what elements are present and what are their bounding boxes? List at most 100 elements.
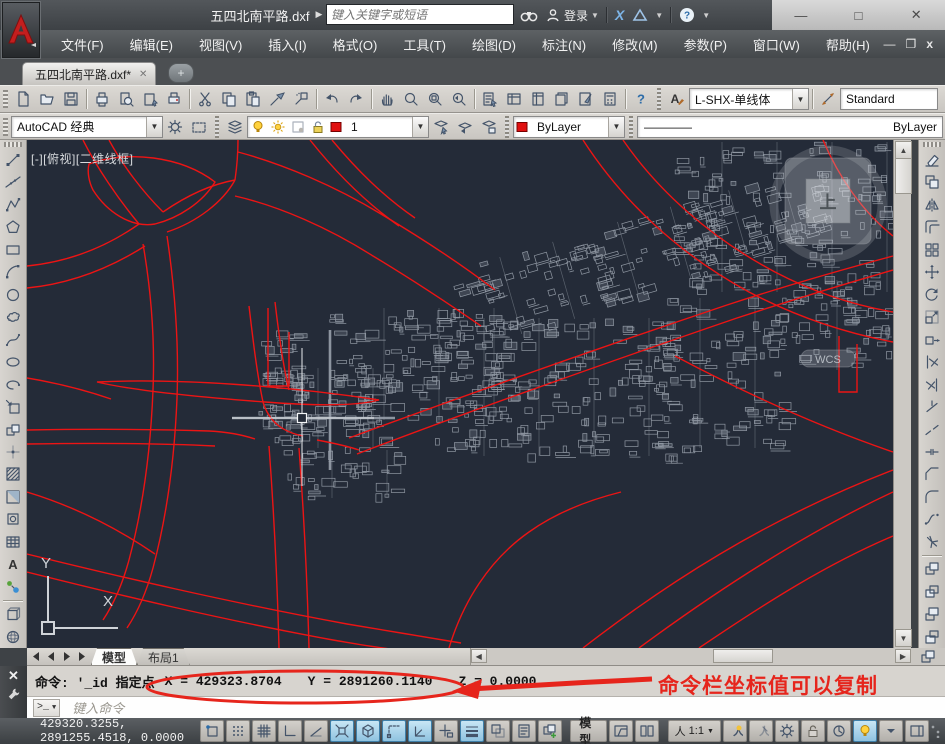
toolbar-match-icon[interactable]: [265, 87, 289, 111]
modify-blend-icon[interactable]: [920, 508, 945, 530]
command-prompt-icon[interactable]: >_ ▼: [33, 698, 61, 717]
draw-spline-icon[interactable]: [1, 328, 26, 350]
command-close-icon[interactable]: ✕: [8, 669, 19, 683]
toolbar-sheetset-icon[interactable]: [550, 87, 574, 111]
menu-item-9[interactable]: 修改(M): [599, 31, 671, 58]
draw-pointstyle-icon[interactable]: [1, 576, 26, 598]
layout1-tab[interactable]: 布局1: [137, 648, 190, 665]
draw-polygon-icon[interactable]: [1, 216, 26, 238]
modify-copy2-icon[interactable]: [920, 171, 945, 193]
toolbar-cut-icon[interactable]: [193, 87, 217, 111]
make-layer-current-icon[interactable]: [429, 115, 453, 139]
toolbar-palettes-icon[interactable]: [526, 87, 550, 111]
draw-views-icon[interactable]: [1, 603, 26, 625]
status-annvis-button[interactable]: 人: [722, 720, 747, 742]
file-tab[interactable]: 五四北南平路.dxf* ✕: [22, 62, 157, 85]
model-tab[interactable]: 模型: [91, 648, 137, 665]
draw-revcloud-icon[interactable]: [1, 306, 26, 328]
modify-erase-icon[interactable]: [920, 149, 945, 171]
status-touch-button[interactable]: [826, 720, 851, 742]
dim-style-icon[interactable]: [816, 87, 840, 111]
toolbar-zoomwin-icon[interactable]: [423, 87, 447, 111]
draw-pline-icon[interactable]: [1, 194, 26, 216]
horizontal-scrollbar[interactable]: ◀ ▶: [469, 648, 911, 665]
draw-table-icon[interactable]: [1, 531, 26, 553]
workspace-combo[interactable]: AutoCAD 经典 ▼: [11, 115, 163, 138]
toolbar-copy-icon[interactable]: [217, 87, 241, 111]
toolbar-help-icon[interactable]: ?: [629, 87, 653, 111]
autocad-logo[interactable]: [1, 1, 41, 59]
last-tab-icon[interactable]: [75, 648, 91, 665]
signin-chevron-icon[interactable]: ▼: [588, 11, 602, 20]
new-tab-button[interactable]: +: [168, 63, 194, 83]
toolbar-plot-icon[interactable]: [162, 87, 186, 111]
viewport-controls-label[interactable]: [-][俯视][二维线框]: [31, 150, 134, 167]
modify-explode-icon[interactable]: [920, 531, 945, 553]
status-qvdrawing-button[interactable]: [635, 720, 660, 742]
vertical-scroll-thumb[interactable]: [895, 158, 912, 194]
layer-properties-icon[interactable]: [223, 115, 247, 139]
binoculars-search-icon[interactable]: [516, 4, 542, 26]
modify-extend-icon[interactable]: [920, 373, 945, 395]
menu-item-11[interactable]: 窗口(W): [740, 31, 813, 58]
status-isolate-button[interactable]: [852, 720, 877, 742]
menu-item-5[interactable]: 格式(O): [320, 31, 391, 58]
toolbar-zoomprev-icon[interactable]: [447, 87, 471, 111]
user-icon[interactable]: [542, 4, 564, 26]
status-annauto-button[interactable]: 人: [748, 720, 773, 742]
modify-chamfer-icon[interactable]: [920, 463, 945, 485]
dim-style-combo[interactable]: Standard: [840, 88, 938, 110]
modify-dofront-icon[interactable]: [920, 558, 945, 580]
status-o3d-toggle[interactable]: [355, 720, 380, 742]
menu-item-4[interactable]: 插入(I): [255, 31, 319, 58]
workspace-settings-icon[interactable]: [163, 115, 187, 139]
modify-scale-icon[interactable]: [920, 306, 945, 328]
status-infer-toggle[interactable]: [199, 720, 224, 742]
draw-hatch-icon[interactable]: [1, 463, 26, 485]
draw-mkblock-icon[interactable]: [1, 418, 26, 440]
drawing-canvas[interactable]: 上 WCS Y X [-][俯视][二维线框] ▲ ▼: [27, 140, 912, 648]
menu-item-12[interactable]: 帮助(H): [813, 31, 883, 58]
color-combo[interactable]: ByLayer ▼: [513, 115, 625, 138]
status-ortho-toggle[interactable]: [277, 720, 302, 742]
toolbar-open-icon[interactable]: [35, 87, 59, 111]
close-button[interactable]: ✕: [899, 4, 933, 26]
scroll-right-icon[interactable]: ▶: [895, 649, 911, 663]
modify-stretch-icon[interactable]: [920, 328, 945, 350]
status-qvlayout-button[interactable]: [609, 720, 634, 742]
coordinates-readout[interactable]: 429320.3255, 2891255.4518, 0.0000: [40, 717, 199, 744]
draw-arc-icon[interactable]: [1, 261, 26, 283]
toolbar-save-icon[interactable]: [59, 87, 83, 111]
toolbar-redo-icon[interactable]: [344, 87, 368, 111]
toolbar-new-icon[interactable]: [11, 87, 35, 111]
layer-combo[interactable]: 1 ▼: [247, 115, 429, 139]
toolbar-markup-icon[interactable]: [574, 87, 598, 111]
next-tab-icon[interactable]: [59, 648, 75, 665]
toolbar-dcenter-icon[interactable]: [502, 87, 526, 111]
menu-item-7[interactable]: 绘图(D): [459, 31, 529, 58]
layer-thaw-sun-icon[interactable]: [268, 115, 288, 139]
first-tab-icon[interactable]: [27, 648, 43, 665]
scroll-up-icon[interactable]: ▲: [895, 141, 912, 159]
status-qp-toggle[interactable]: [511, 720, 536, 742]
toolbar-undo-icon[interactable]: [320, 87, 344, 111]
draw-ellipsearc-icon[interactable]: [1, 373, 26, 395]
status-ducs-toggle[interactable]: [407, 720, 432, 742]
signin-link[interactable]: 登录: [564, 7, 588, 24]
exchange-apps-icon[interactable]: X: [611, 4, 628, 26]
draw-gradient-icon[interactable]: [1, 486, 26, 508]
draw-mtext-icon[interactable]: A: [1, 553, 26, 575]
toolbar-spray-icon[interactable]: [289, 87, 313, 111]
layer-states-icon[interactable]: [477, 115, 501, 139]
text-style-chevron-icon[interactable]: ▼: [792, 89, 808, 109]
minimize-button[interactable]: —: [784, 4, 818, 26]
status-tpy-toggle[interactable]: [485, 720, 510, 742]
menu-item-2[interactable]: 编辑(E): [117, 31, 186, 58]
linetype-combo[interactable]: ———— ByLayer: [637, 115, 943, 138]
modify-rotate-icon[interactable]: [920, 283, 945, 305]
status-wsgear-button[interactable]: [774, 720, 799, 742]
status-polar-toggle[interactable]: [303, 720, 328, 742]
prompt-chevron-icon[interactable]: ▼: [52, 704, 56, 712]
toolbar-preview-icon[interactable]: [114, 87, 138, 111]
toolbar-calc-icon[interactable]: [598, 87, 622, 111]
